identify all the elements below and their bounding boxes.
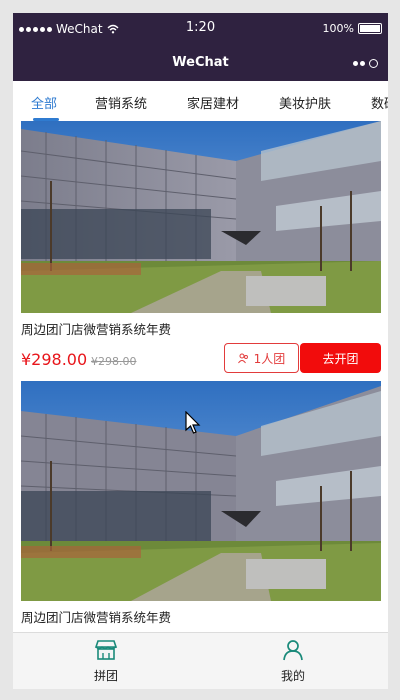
group-size-label: 1人团 [253, 351, 286, 366]
product-card[interactable]: 周边团门店微营销系统年费 ¥298.00 ¥298.00 1人团 去开团 [21, 121, 381, 383]
product-title[interactable]: 周边团门店微营销系统年费 [21, 607, 381, 625]
original-price: ¥298.00 [91, 355, 137, 368]
tab-beauty[interactable]: 美妆护肤 [279, 93, 331, 112]
product-card[interactable]: 周边团门店微营销系统年费 [21, 381, 381, 625]
product-title[interactable]: 周边团门店微营销系统年费 [21, 319, 381, 337]
product-image[interactable] [21, 121, 381, 313]
more-dots-icon[interactable] [353, 59, 378, 68]
product-price: ¥298.00 [21, 350, 88, 369]
category-tabs: 全部 营销系统 家居建材 美妆护肤 数码 [13, 81, 388, 121]
bottom-tab-bar: 拼团 我的 [13, 632, 388, 689]
tab-all[interactable]: 全部 [31, 93, 57, 112]
group-icon [237, 353, 248, 363]
tabbar-item-mine[interactable]: 我的 [253, 639, 333, 684]
tabbar-item-group[interactable]: 拼团 [66, 639, 146, 684]
tab-marketing[interactable]: 营销系统 [95, 93, 147, 112]
product-feed[interactable]: 周边团门店微营销系统年费 ¥298.00 ¥298.00 1人团 去开团 周边团… [13, 121, 388, 632]
person-icon [283, 640, 303, 661]
mouse-cursor-icon [185, 411, 201, 434]
tab-home-building[interactable]: 家居建材 [187, 93, 239, 112]
nav-bar: WeChat [13, 47, 388, 81]
page-title: WeChat [172, 55, 229, 70]
tab-digital[interactable]: 数码 [371, 93, 388, 112]
group-size-button[interactable]: 1人团 [224, 343, 299, 373]
start-group-button[interactable]: 去开团 [300, 343, 381, 373]
tabbar-label-group: 拼团 [93, 669, 118, 683]
battery-icon [358, 23, 382, 34]
product-image[interactable] [21, 381, 381, 601]
price-row: ¥298.00 ¥298.00 1人团 去开团 [21, 337, 381, 383]
status-bar: WeChat 1:20 100% [13, 13, 388, 47]
battery-label: 100% [322, 22, 354, 35]
phone-screen: WeChat 1:20 100% WeChat 全部 营销系统 家居建材 美妆护… [13, 13, 388, 689]
store-icon [94, 640, 118, 660]
status-right: 100% [323, 22, 382, 35]
tabbar-label-mine: 我的 [280, 669, 305, 683]
